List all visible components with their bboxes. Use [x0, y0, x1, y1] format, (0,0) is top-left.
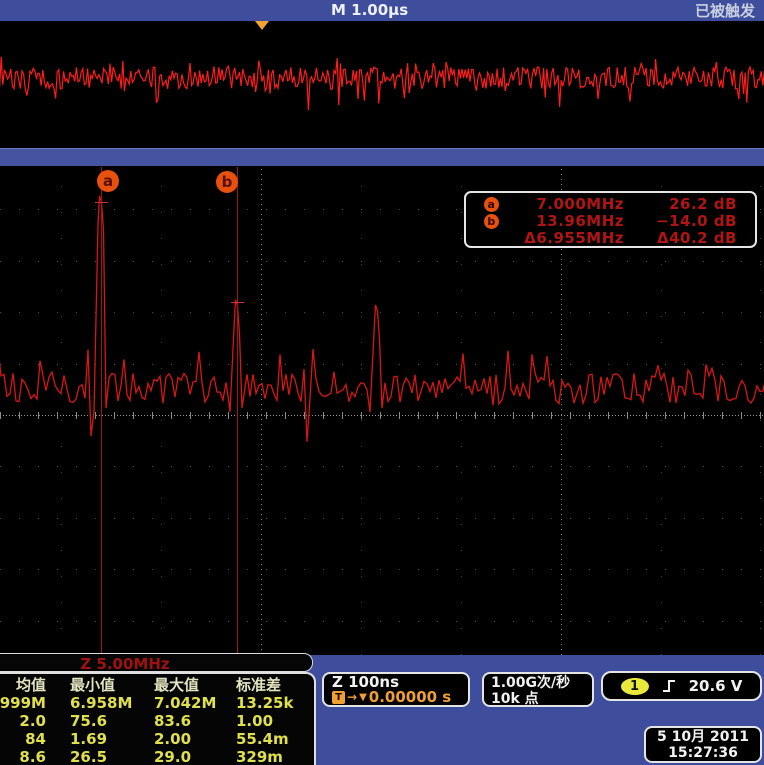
rising-edge-icon [661, 678, 677, 694]
fft-display-area: a b a 7.000MHz 26.2 dB b 13.96MHz −14.0 … [0, 166, 764, 655]
table-cell: 75.6 [46, 712, 130, 730]
table-cell: 13.25k [212, 694, 298, 712]
trigger-status: 已被触发 [695, 0, 755, 21]
cursor-a-row: a 7.000MHz 26.2 dB [466, 195, 755, 212]
measurement-table: 均值 最小值 最大值 标准差 999M 6.958M 7.042M 13.25k… [0, 672, 316, 765]
table-header-stddev: 标准差 [212, 676, 298, 694]
table-cell: 1.69 [46, 730, 130, 748]
zoom-scale-box[interactable]: Z 100ns T → ▼ 0.00000 s [322, 672, 470, 707]
trigger-t-icon: T [332, 691, 345, 704]
cursor-a-level: 26.2 dB [624, 195, 755, 213]
cursor-a-badge-icon: a [484, 197, 499, 212]
cursor-b-badge-icon: b [484, 214, 499, 229]
cursor-readout-box: a 7.000MHz 26.2 dB b 13.96MHz −14.0 dB Δ… [464, 191, 757, 248]
trigger-position-value: 0.00000 s [369, 690, 451, 705]
record-length: 10k 点 [491, 691, 585, 707]
table-cell: 8.6 [0, 748, 46, 765]
channel-box[interactable]: 1 20.6 V [601, 671, 762, 701]
table-cell: 999M [0, 694, 46, 712]
timebase-readout: M 1.00µs [331, 1, 408, 19]
oscilloscope-screen: M 1.00µs 已被触发 a [0, 0, 764, 765]
date-value: 5 10月 2011 [650, 729, 756, 745]
triangle-down-icon: ▼ [359, 690, 367, 705]
cursor-delta-frequency: Δ6.955MHz [512, 229, 624, 247]
cursor-b-cross [231, 302, 244, 303]
table-cell: 6.958M [46, 694, 130, 712]
table-header-max: 最大值 [130, 676, 212, 694]
overview-trace [0, 21, 764, 148]
cursor-a-line[interactable] [101, 167, 102, 654]
fft-channel-label-bar[interactable]: Z 5.00MHz [0, 653, 313, 672]
table-cell: 2.00 [130, 730, 212, 748]
cursor-delta-row: Δ6.955MHz Δ40.2 dB [466, 229, 755, 246]
cursor-a-frequency: 7.000MHz [512, 195, 624, 213]
sample-rate: 1.00G次/秒 [491, 675, 585, 691]
table-cell: 1.00 [212, 712, 298, 730]
table-header-mean: 均值 [0, 676, 46, 694]
table-cell: 26.5 [46, 748, 130, 765]
table-cell: 329m [212, 748, 298, 765]
cursor-delta-level: Δ40.2 dB [624, 229, 755, 247]
marker-b-badge[interactable]: b [216, 171, 238, 193]
fft-channel-label: Z 5.00MHz [80, 656, 169, 672]
table-cell: 83.6 [130, 712, 212, 730]
table-cell: 84 [0, 730, 46, 748]
trigger-position-readout: T → ▼ 0.00000 s [332, 690, 460, 705]
time-value: 15:27:36 [650, 745, 756, 761]
table-cell: 2.0 [0, 712, 46, 730]
top-status-bar: M 1.00µs 已被触发 [0, 0, 764, 22]
overview-waveform-area [0, 21, 764, 148]
table-header-min: 最小值 [46, 676, 130, 694]
trigger-position-icon [255, 21, 269, 30]
cursor-b-line[interactable] [237, 167, 238, 654]
table-cell: 55.4m [212, 730, 298, 748]
datetime-box: 5 10月 2011 15:27:36 [644, 726, 762, 763]
table-cell: 7.042M [130, 694, 212, 712]
cursor-b-level: −14.0 dB [624, 212, 755, 230]
channel-scale: 20.6 V [689, 677, 743, 695]
table-cell: 29.0 [130, 748, 212, 765]
window-separator [0, 148, 764, 168]
cursor-b-frequency: 13.96MHz [512, 212, 624, 230]
channel-1-badge: 1 [621, 678, 649, 695]
acquisition-box[interactable]: 1.00G次/秒 10k 点 [482, 672, 594, 707]
cursor-a-cross [95, 202, 108, 203]
marker-a-badge[interactable]: a [97, 170, 119, 192]
cursor-b-row: b 13.96MHz −14.0 dB [466, 212, 755, 229]
arrow-right-icon: → [347, 690, 357, 705]
